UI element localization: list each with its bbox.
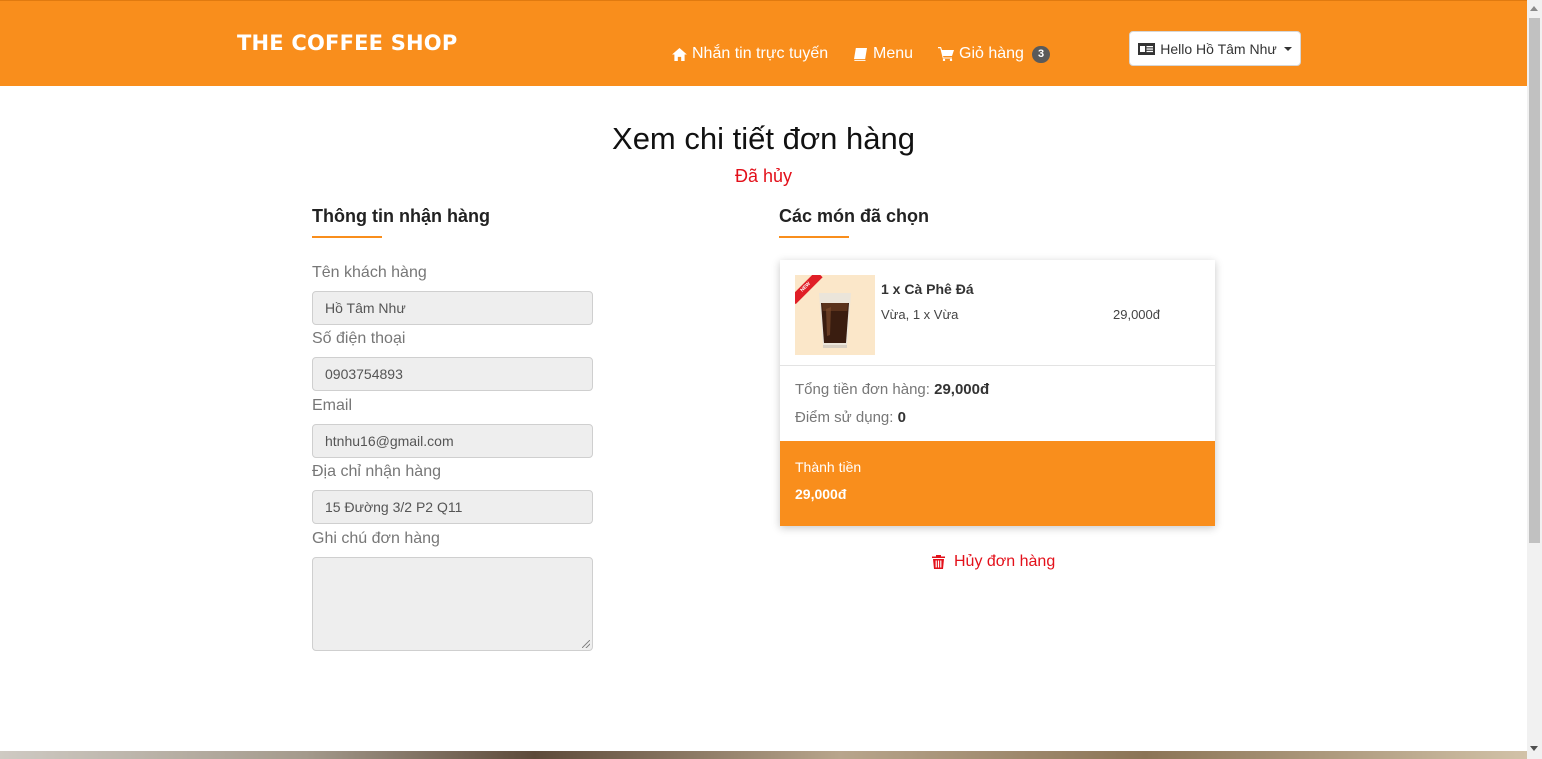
cancel-order-button[interactable]: Hủy đơn hàng: [932, 553, 1055, 571]
page-title: Xem chi tiết đơn hàng: [612, 121, 915, 156]
nav-chat-label: Nhắn tin trực tuyến: [692, 45, 829, 62]
item-name: 1 x Cà Phê Đá: [881, 281, 974, 297]
final-total-label: Thành tiền: [795, 459, 862, 475]
card-divider: [780, 365, 1215, 366]
id-card-icon: [1138, 42, 1156, 55]
page: THE COFFEE SHOP Nhắn tin trực tuyến Menu…: [0, 0, 1542, 759]
order-status: Đã hủy: [734, 166, 793, 186]
points-used-value: 0: [897, 409, 906, 426]
nav-menu-label: Menu: [873, 45, 914, 62]
email-label: Email: [312, 397, 353, 414]
order-total-line: Tổng tiền đơn hàng: 29,000đ: [795, 381, 989, 398]
name-field[interactable]: Hồ Tâm Như: [312, 291, 593, 325]
final-total-box: Thành tiền 29,000đ: [780, 441, 1215, 526]
navbar: THE COFFEE SHOP Nhắn tin trực tuyến Menu…: [0, 0, 1527, 86]
cart-count-badge: 3: [1031, 45, 1051, 63]
trash-icon: [932, 555, 945, 569]
name-label: Tên khách hàng: [312, 264, 427, 281]
email-field[interactable]: htnhu16@gmail.com: [312, 424, 593, 458]
item-options: Vừa, 1 x Vừa: [881, 307, 959, 322]
final-total-value: 29,000đ: [795, 486, 847, 502]
user-greeting: Hello Hồ Tâm Như: [1160, 40, 1277, 57]
order-total-label: Tổng tiền đơn hàng:: [795, 381, 930, 398]
address-field[interactable]: 15 Đường 3/2 P2 Q11: [312, 490, 593, 524]
nav-menu-link[interactable]: Menu: [853, 45, 913, 63]
cancel-order-label: Hủy đơn hàng: [954, 553, 1056, 570]
scroll-down-arrow-icon[interactable]: [1530, 746, 1538, 751]
note-textarea[interactable]: [312, 557, 593, 651]
book-icon: [854, 47, 867, 61]
scrollbar[interactable]: [1527, 0, 1542, 759]
note-label: Ghi chú đơn hàng: [312, 530, 440, 547]
points-used-label: Điểm sử dụng:: [795, 409, 894, 426]
product-image: NEW: [795, 275, 875, 355]
section-underline: [312, 236, 382, 238]
points-used-line: Điểm sử dụng: 0: [795, 409, 906, 426]
home-icon: [672, 47, 687, 61]
nav-chat-link[interactable]: Nhắn tin trực tuyến: [672, 45, 828, 63]
item-price: 29,000đ: [1113, 307, 1160, 322]
cart-icon: [938, 47, 954, 61]
nav-cart-label: Giỏ hàng: [959, 45, 1024, 62]
nav-cart-link[interactable]: Giỏ hàng 3: [938, 45, 1051, 63]
scroll-thumb[interactable]: [1529, 18, 1540, 543]
phone-field[interactable]: 0903754893: [312, 357, 593, 391]
order-items-title: Các món đã chọn: [779, 206, 930, 226]
section-underline: [779, 236, 849, 238]
brand-logo[interactable]: THE COFFEE SHOP: [237, 31, 457, 55]
resize-grip-icon[interactable]: [582, 640, 590, 648]
scroll-up-arrow-icon[interactable]: [1530, 6, 1538, 11]
customer-info-title: Thông tin nhận hàng: [312, 206, 490, 226]
address-label: Địa chỉ nhận hàng: [312, 463, 441, 480]
order-card: NEW 1 x Cà Phê Đá Vừa, 1 x Vừa 29,000đ T…: [780, 260, 1215, 526]
chevron-down-icon: [1283, 46, 1292, 51]
footer-background-image: [0, 751, 1527, 759]
order-total-value: 29,000đ: [934, 381, 990, 398]
phone-label: Số điện thoại: [312, 330, 406, 347]
user-dropdown-button[interactable]: Hello Hồ Tâm Như: [1129, 31, 1301, 66]
